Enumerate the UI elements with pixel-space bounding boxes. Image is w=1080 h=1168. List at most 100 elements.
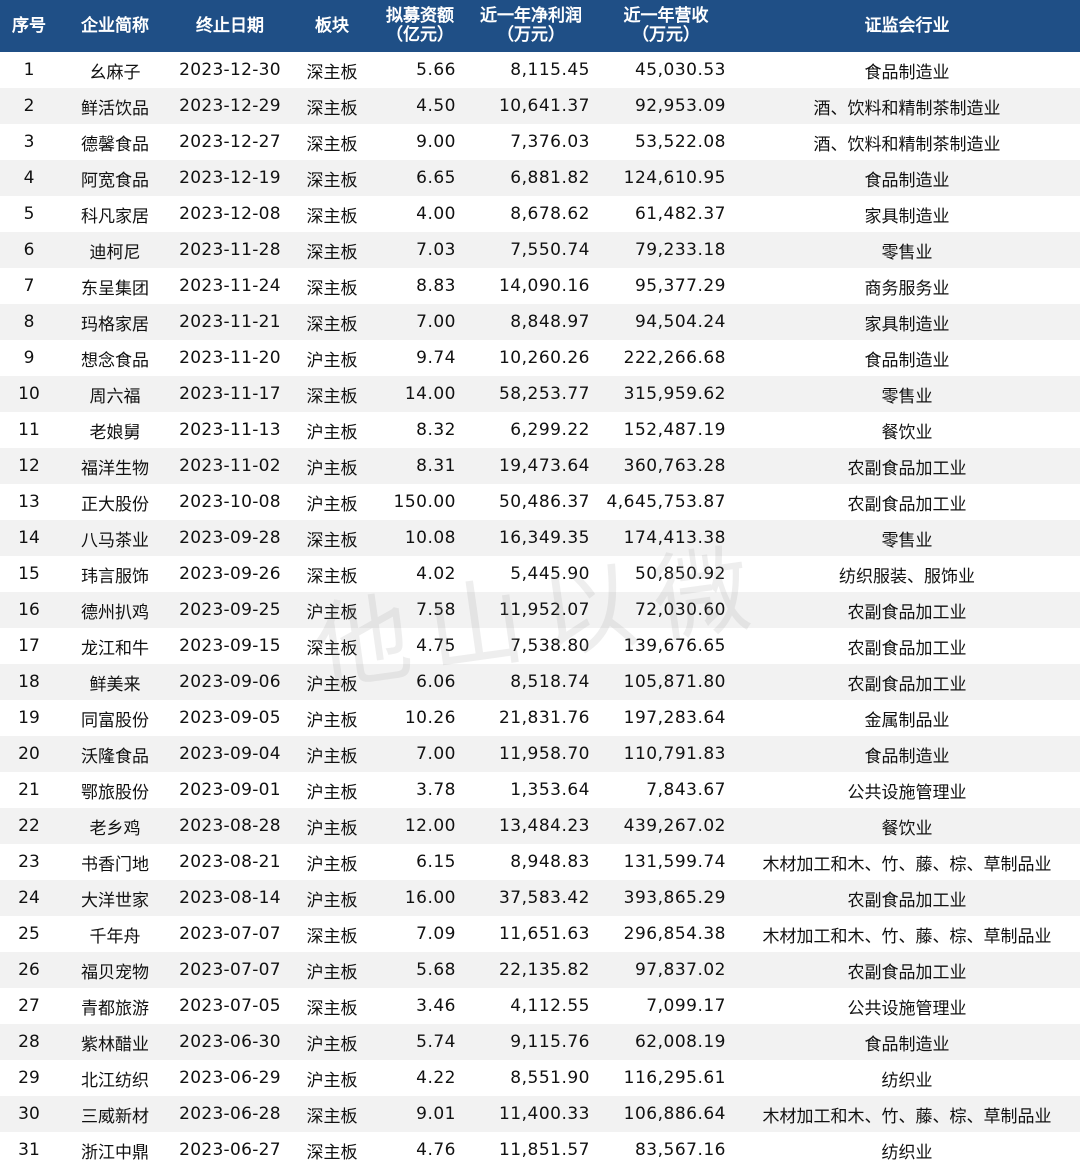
header-raise-amount: 拟募资额 （亿元） xyxy=(376,0,464,52)
cell-net-profit: 14,090.16 xyxy=(464,268,598,304)
cell-net-profit: 13,484.23 xyxy=(464,808,598,844)
cell-raise-amount: 6.65 xyxy=(376,160,464,196)
cell-index: 11 xyxy=(0,412,58,448)
cell-raise-amount: 12.00 xyxy=(376,808,464,844)
cell-industry: 木材加工和木、竹、藤、棕、草制品业 xyxy=(734,1096,1080,1132)
cell-end-date: 2023-11-28 xyxy=(172,232,288,268)
cell-revenue: 7,843.67 xyxy=(598,772,734,808)
cell-net-profit: 8,848.97 xyxy=(464,304,598,340)
cell-raise-amount: 8.31 xyxy=(376,448,464,484)
table-row: 27 青都旅游 2023-07-05 深主板 3.46 4,112.55 7,099.17 公… xyxy=(0,988,1080,1024)
cell-net-profit: 8,115.45 xyxy=(464,52,598,88)
cell-revenue: 110,791.83 xyxy=(598,736,734,772)
cell-end-date: 2023-07-05 xyxy=(172,988,288,1024)
cell-company: 浙江中鼎 xyxy=(58,1132,172,1168)
cell-revenue: 222,266.68 xyxy=(598,340,734,376)
cell-industry: 木材加工和木、竹、藤、棕、草制品业 xyxy=(734,844,1080,880)
cell-index: 25 xyxy=(0,916,58,952)
table-row: 26 福贝宠物 2023-07-07 沪主板 5.68 22,135.82 97,837.0… xyxy=(0,952,1080,988)
cell-end-date: 2023-07-07 xyxy=(172,916,288,952)
cell-end-date: 2023-12-08 xyxy=(172,196,288,232)
cell-board: 沪主板 xyxy=(288,772,376,808)
cell-revenue: 61,482.37 xyxy=(598,196,734,232)
cell-net-profit: 19,473.64 xyxy=(464,448,598,484)
cell-company: 福贝宠物 xyxy=(58,952,172,988)
cell-raise-amount: 3.78 xyxy=(376,772,464,808)
cell-industry: 农副食品加工业 xyxy=(734,628,1080,664)
cell-board: 深主板 xyxy=(288,88,376,124)
table-row: 31 浙江中鼎 2023-06-27 深主板 4.76 11,851.57 83,567.1… xyxy=(0,1132,1080,1168)
cell-end-date: 2023-06-27 xyxy=(172,1132,288,1168)
table-row: 13 正大股份 2023-10-08 沪主板 150.00 50,486.37 4,645,… xyxy=(0,484,1080,520)
cell-raise-amount: 8.32 xyxy=(376,412,464,448)
cell-industry: 农副食品加工业 xyxy=(734,952,1080,988)
cell-board: 深主板 xyxy=(288,1096,376,1132)
table-row: 12 福洋生物 2023-11-02 沪主板 8.31 19,473.64 360,763.… xyxy=(0,448,1080,484)
table-row: 1 幺麻子 2023-12-30 深主板 5.66 8,115.45 45,030.53 食品… xyxy=(0,52,1080,88)
cell-industry: 商务服务业 xyxy=(734,268,1080,304)
cell-company: 东呈集团 xyxy=(58,268,172,304)
cell-index: 31 xyxy=(0,1132,58,1168)
cell-index: 7 xyxy=(0,268,58,304)
cell-index: 2 xyxy=(0,88,58,124)
table-row: 25 千年舟 2023-07-07 深主板 7.09 11,651.63 296,854.3… xyxy=(0,916,1080,952)
cell-industry: 零售业 xyxy=(734,520,1080,556)
cell-raise-amount: 4.75 xyxy=(376,628,464,664)
cell-index: 22 xyxy=(0,808,58,844)
cell-net-profit: 11,651.63 xyxy=(464,916,598,952)
cell-net-profit: 11,851.57 xyxy=(464,1132,598,1168)
cell-company: 正大股份 xyxy=(58,484,172,520)
cell-industry: 零售业 xyxy=(734,376,1080,412)
header-industry: 证监会行业 xyxy=(734,0,1080,52)
cell-company: 鲜活饮品 xyxy=(58,88,172,124)
cell-revenue: 79,233.18 xyxy=(598,232,734,268)
cell-end-date: 2023-11-17 xyxy=(172,376,288,412)
table-row: 5 科凡家居 2023-12-08 深主板 4.00 8,678.62 61,482.37 家… xyxy=(0,196,1080,232)
cell-end-date: 2023-08-28 xyxy=(172,808,288,844)
cell-revenue: 139,676.65 xyxy=(598,628,734,664)
cell-company: 幺麻子 xyxy=(58,52,172,88)
table-row: 29 北江纺织 2023-06-29 沪主板 4.22 8,551.90 116,295.6… xyxy=(0,1060,1080,1096)
cell-index: 14 xyxy=(0,520,58,556)
table-row: 16 德州扒鸡 2023-09-25 沪主板 7.58 11,952.07 72,030.6… xyxy=(0,592,1080,628)
header-row: 序号 企业简称 终止日期 板块 拟募资额 （亿元） 近一年净利润 （万元） 近一… xyxy=(0,0,1080,52)
cell-index: 26 xyxy=(0,952,58,988)
cell-end-date: 2023-09-26 xyxy=(172,556,288,592)
cell-company: 鲜美来 xyxy=(58,664,172,700)
header-end-date: 终止日期 xyxy=(172,0,288,52)
cell-company: 老乡鸡 xyxy=(58,808,172,844)
table-row: 20 沃隆食品 2023-09-04 沪主板 7.00 11,958.70 110,791.… xyxy=(0,736,1080,772)
cell-company: 三威新材 xyxy=(58,1096,172,1132)
cell-company: 北江纺织 xyxy=(58,1060,172,1096)
cell-revenue: 4,645,753.87 xyxy=(598,484,734,520)
cell-industry: 食品制造业 xyxy=(734,1024,1080,1060)
cell-industry: 食品制造业 xyxy=(734,736,1080,772)
cell-company: 周六福 xyxy=(58,376,172,412)
cell-index: 30 xyxy=(0,1096,58,1132)
cell-raise-amount: 5.74 xyxy=(376,1024,464,1060)
cell-company: 科凡家居 xyxy=(58,196,172,232)
cell-board: 沪主板 xyxy=(288,880,376,916)
cell-raise-amount: 4.00 xyxy=(376,196,464,232)
table-row: 24 大洋世家 2023-08-14 沪主板 16.00 37,583.42 393,865… xyxy=(0,880,1080,916)
header-net-profit: 近一年净利润 （万元） xyxy=(464,0,598,52)
cell-board: 沪主板 xyxy=(288,736,376,772)
cell-index: 21 xyxy=(0,772,58,808)
cell-industry: 农副食品加工业 xyxy=(734,592,1080,628)
table-row: 17 龙江和牛 2023-09-15 深主板 4.75 7,538.80 139,676.6… xyxy=(0,628,1080,664)
cell-end-date: 2023-12-29 xyxy=(172,88,288,124)
cell-end-date: 2023-12-19 xyxy=(172,160,288,196)
cell-company: 紫林醋业 xyxy=(58,1024,172,1060)
cell-index: 1 xyxy=(0,52,58,88)
table-row: 4 阿宽食品 2023-12-19 深主板 6.65 6,881.82 124,610.95… xyxy=(0,160,1080,196)
cell-raise-amount: 9.74 xyxy=(376,340,464,376)
cell-end-date: 2023-08-21 xyxy=(172,844,288,880)
cell-net-profit: 7,376.03 xyxy=(464,124,598,160)
cell-revenue: 50,850.92 xyxy=(598,556,734,592)
cell-revenue: 94,504.24 xyxy=(598,304,734,340)
cell-index: 28 xyxy=(0,1024,58,1060)
cell-index: 5 xyxy=(0,196,58,232)
cell-raise-amount: 5.68 xyxy=(376,952,464,988)
cell-end-date: 2023-09-15 xyxy=(172,628,288,664)
cell-net-profit: 16,349.35 xyxy=(464,520,598,556)
